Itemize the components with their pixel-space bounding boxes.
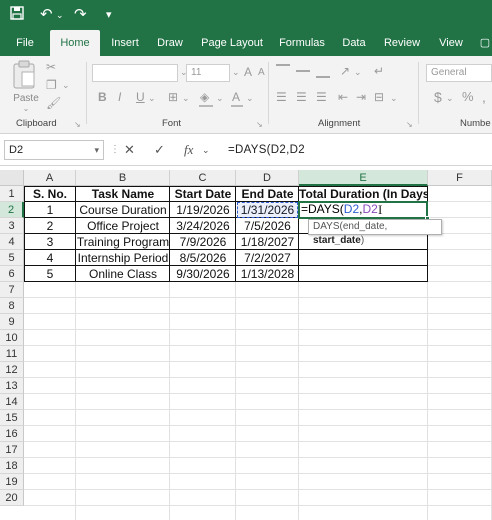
row-header-4[interactable]: 4 (0, 234, 24, 250)
gridline-row (24, 409, 492, 410)
gridline-row (24, 313, 492, 314)
row-header-11[interactable]: 11 (0, 346, 24, 362)
table-cell[interactable]: 4 (24, 250, 76, 266)
header-cell[interactable]: Total Duration (In Days) (299, 186, 428, 202)
row-header-9[interactable]: 9 (0, 314, 24, 330)
text-cursor-icon: I (378, 202, 383, 217)
row-header-14[interactable]: 14 (0, 394, 24, 410)
gridline-row (24, 441, 492, 442)
tooltip-close: ) (360, 235, 365, 246)
table-cell[interactable]: 5 (24, 266, 76, 282)
table-border (24, 249, 428, 250)
tooltip-function: DAYS( (313, 221, 343, 232)
row-header-12[interactable]: 12 (0, 362, 24, 378)
row-header-5[interactable]: 5 (0, 250, 24, 266)
row-header-15[interactable]: 15 (0, 410, 24, 426)
table-cell[interactable]: 1/18/2027 (236, 234, 299, 250)
gridline-row (24, 361, 492, 362)
column-header-f[interactable]: F (428, 170, 492, 186)
table-cell[interactable]: 3 (24, 234, 76, 250)
table-cell[interactable]: 9/30/2026 (170, 266, 236, 282)
table-cell[interactable]: 1 (24, 202, 76, 218)
table-cell[interactable]: 1/19/2026 (170, 202, 236, 218)
table-border (24, 186, 428, 187)
header-cell[interactable]: S. No. (24, 186, 76, 202)
row-header-19[interactable]: 19 (0, 474, 24, 490)
table-cell[interactable]: 7/9/2026 (170, 234, 236, 250)
column-header-d[interactable]: D (236, 170, 299, 186)
edit-formula-prefix: =DAYS( (301, 202, 344, 216)
gridline-row (24, 297, 492, 298)
active-cell-e2[interactable]: =DAYS(D2,D2 I (298, 201, 428, 219)
row-header-3[interactable]: 3 (0, 218, 24, 234)
tooltip-arg2: start_date (313, 235, 361, 246)
table-border (24, 265, 428, 266)
row-header-6[interactable]: 6 (0, 266, 24, 282)
table-cell[interactable] (299, 266, 428, 282)
table-border (24, 281, 428, 282)
row-header-8[interactable]: 8 (0, 298, 24, 314)
gridline-row (24, 457, 492, 458)
tooltip-arg1: end_date, (342, 221, 388, 232)
function-tooltip[interactable]: DAYS(end_date, start_date) (308, 219, 442, 246)
row-header-17[interactable]: 17 (0, 442, 24, 458)
table-cell[interactable]: 7/2/2027 (236, 250, 299, 266)
table-cell[interactable]: Office Project (76, 218, 170, 234)
row-header-18[interactable]: 18 (0, 458, 24, 474)
row-header-16[interactable]: 16 (0, 426, 24, 442)
range-reference-d2 (237, 202, 298, 218)
table-cell[interactable]: 7/5/2026 (236, 218, 299, 234)
gridline-row (24, 473, 492, 474)
gridline-row (24, 377, 492, 378)
gridline-row (24, 345, 492, 346)
table-cell[interactable] (299, 250, 428, 266)
table-cell[interactable]: Online Class (76, 266, 170, 282)
column-header-a[interactable]: A (24, 170, 76, 186)
table-cell[interactable]: Training Program (76, 234, 170, 250)
table-cell[interactable]: 3/24/2026 (170, 218, 236, 234)
row-header-13[interactable]: 13 (0, 378, 24, 394)
gridline-row (24, 393, 492, 394)
column-header-c[interactable]: C (170, 170, 236, 186)
gridline-row (24, 329, 492, 330)
header-cell[interactable]: Task Name (76, 186, 170, 202)
column-header-b[interactable]: B (76, 170, 170, 186)
row-header-20[interactable]: 20 (0, 490, 24, 506)
row-header-10[interactable]: 10 (0, 330, 24, 346)
column-header-e[interactable]: E (299, 170, 428, 186)
table-cell[interactable]: Course Duration (76, 202, 170, 218)
row-header-7[interactable]: 7 (0, 282, 24, 298)
excel-window: ↶ ⌄ ↷ ▾ File Home Insert Draw Page Layou… (0, 0, 492, 520)
select-all-corner[interactable] (0, 170, 24, 186)
table-cell[interactable]: 8/5/2026 (170, 250, 236, 266)
edit-formula-ref1: D2 (343, 202, 360, 216)
table-cell[interactable]: 1/13/2028 (236, 266, 299, 282)
table-cell[interactable]: 2 (24, 218, 76, 234)
worksheet-grid: A B C D E F 1 2 3 4 5 6 7 8 9 10 11 12 13 14 15 16 17 18 19 20 S. … (0, 0, 492, 520)
edit-formula-ref2: D2 (362, 202, 378, 216)
gridline-row (24, 489, 492, 490)
gridline-row (24, 505, 492, 506)
row-header-2[interactable]: 2 (0, 202, 24, 218)
header-cell[interactable]: Start Date (170, 186, 236, 202)
header-cell[interactable]: End Date (236, 186, 299, 202)
table-cell[interactable]: Internship Period (76, 250, 170, 266)
row-header-1[interactable]: 1 (0, 186, 24, 202)
gridline-row (24, 425, 492, 426)
